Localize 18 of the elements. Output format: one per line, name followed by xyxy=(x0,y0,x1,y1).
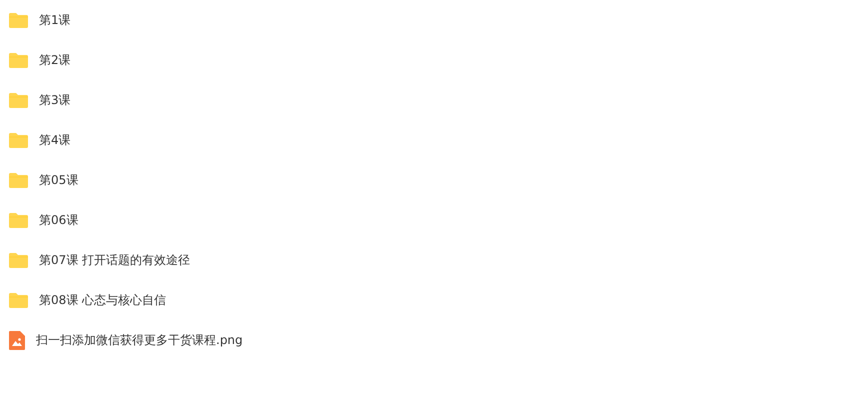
folder-icon xyxy=(8,11,29,29)
folder-icon xyxy=(8,171,29,189)
file-name[interactable]: 第07课 打开话题的有效途径 xyxy=(39,252,190,268)
folder-icon xyxy=(8,51,29,69)
file-name[interactable]: 第3课 xyxy=(39,92,71,108)
file-name[interactable]: 第2课 xyxy=(39,52,71,68)
file-name[interactable]: 第1课 xyxy=(39,12,71,28)
file-name[interactable]: 第06课 xyxy=(39,212,78,228)
file-name[interactable]: 第4课 xyxy=(39,132,71,148)
image-file-icon xyxy=(8,330,26,350)
file-name[interactable]: 第05课 xyxy=(39,172,78,188)
file-name[interactable]: 第08课 心态与核心自信 xyxy=(39,292,166,308)
folder-icon xyxy=(8,131,29,149)
folder-icon xyxy=(8,251,29,269)
folder-icon xyxy=(8,91,29,109)
folder-icon xyxy=(8,291,29,309)
file-name[interactable]: 扫一扫添加微信获得更多干货课程.png xyxy=(36,332,243,348)
folder-icon xyxy=(8,211,29,229)
